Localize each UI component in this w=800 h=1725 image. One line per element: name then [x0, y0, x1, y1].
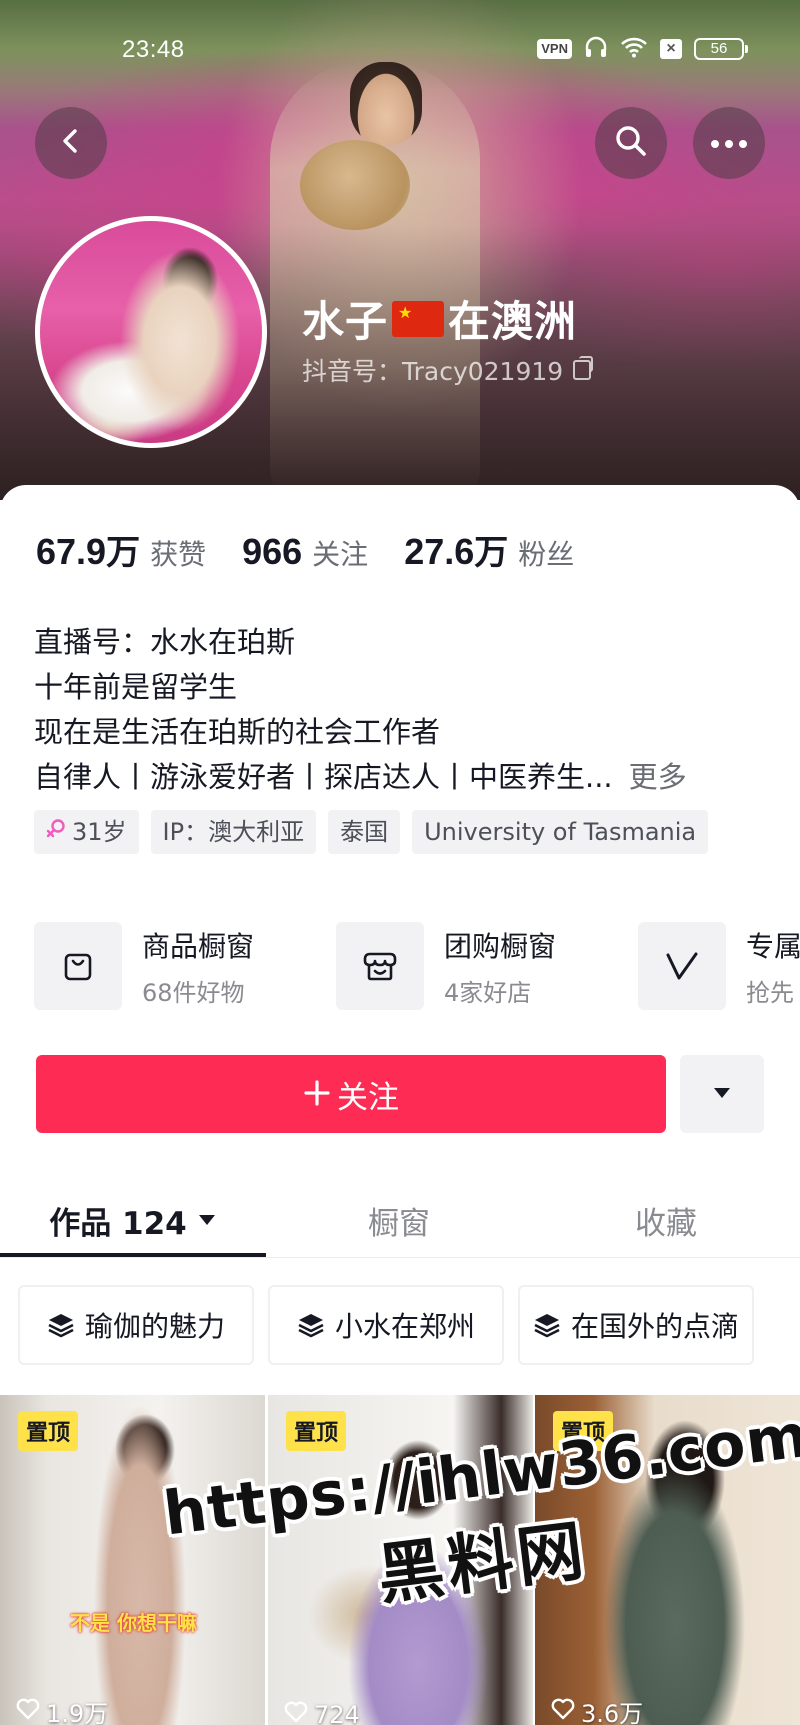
- douyin-id-text: 抖音号：Tracy021919: [302, 357, 564, 386]
- stat-followers-value: 27.6万: [404, 531, 509, 573]
- caret-down-icon: [197, 1208, 217, 1232]
- exclusive-title: 专属: [746, 929, 800, 963]
- chevron-left-icon: [56, 126, 86, 160]
- stat-following-label: 关注: [312, 538, 369, 571]
- bio-more-link[interactable]: 更多: [629, 760, 687, 794]
- collection-chip[interactable]: 小水在郑州: [268, 1285, 504, 1365]
- status-time: 23:48: [122, 36, 185, 63]
- product-showcase-entry[interactable]: 商品橱窗 68件好物: [34, 920, 336, 1012]
- heart-icon: [284, 1701, 308, 1725]
- tab-works-label: 作品 124: [49, 1205, 187, 1242]
- stat-followers-label: 粉丝: [518, 538, 575, 571]
- product-showcase-subtitle: 68件好物: [142, 978, 245, 1007]
- video-likes: 3.6万: [551, 1694, 643, 1725]
- stat-following-value: 966: [242, 531, 303, 572]
- tag-country: 泰国: [328, 810, 401, 854]
- tag-age: 31岁: [34, 810, 139, 854]
- search-icon: [614, 124, 648, 162]
- female-icon: [46, 810, 66, 854]
- stat-likes-label: 获赞: [150, 538, 207, 571]
- bio-line: 直播号：水水在珀斯: [34, 625, 296, 659]
- tab-works[interactable]: 作品 124: [0, 1180, 266, 1260]
- profile-tags: 31岁 IP：澳大利亚 泰国 University of Tasmania: [34, 810, 709, 854]
- bio-line: 十年前是留学生: [34, 670, 238, 704]
- storefront-icon: [336, 922, 424, 1010]
- collection-label: 小水在郑州: [334, 1310, 475, 1343]
- video-likes: 724: [284, 1701, 360, 1725]
- bio-line-last: 自律人丨游泳爱好者丨探店达人丨中医养生... 更多: [34, 755, 687, 800]
- profile-name-part1: 水子: [302, 297, 389, 346]
- tab-divider: [0, 1257, 800, 1258]
- plus-icon: [303, 1075, 331, 1113]
- heart-icon: [551, 1698, 575, 1725]
- pinned-badge: 置顶: [18, 1411, 79, 1451]
- video-likes-count: 1.9万: [46, 1700, 109, 1725]
- tab-favorites[interactable]: 收藏: [532, 1180, 800, 1260]
- stat-followers[interactable]: 27.6万 粉丝: [404, 525, 574, 574]
- layers-icon: [297, 1312, 325, 1338]
- follow-button-label: 关注: [337, 1079, 399, 1116]
- vpn-icon: VPN: [537, 39, 572, 59]
- video-likes-count: 724: [314, 1701, 360, 1725]
- ellipsis-icon: [710, 134, 748, 153]
- collection-label: 瑜伽的魅力: [84, 1310, 225, 1343]
- profile-tabs: 作品 124 橱窗 收藏: [0, 1180, 800, 1260]
- more-options-button[interactable]: [693, 107, 765, 179]
- profile-stats: 67.9万 获赞 966 关注 27.6万 粉丝: [36, 525, 610, 574]
- profile-name: 水子 在澳洲: [302, 288, 577, 349]
- stat-likes[interactable]: 67.9万 获赞: [36, 525, 206, 574]
- exclusive-text: 专属 抢先: [746, 925, 800, 1008]
- bio-line-text: 自律人丨游泳爱好者丨探店达人丨中医养生...: [34, 760, 613, 794]
- stat-following[interactable]: 966 关注: [242, 531, 368, 573]
- profile-name-part2: 在澳洲: [448, 297, 578, 346]
- stat-likes-value: 67.9万: [36, 531, 141, 573]
- heart-icon: [16, 1698, 40, 1725]
- collection-label: 在国外的点滴: [570, 1310, 739, 1343]
- group-buy-title: 团购橱窗: [444, 929, 557, 963]
- exclusive-entry[interactable]: 专属 抢先: [638, 920, 800, 1012]
- group-buy-text: 团购橱窗 4家好店: [444, 925, 556, 1008]
- tab-showcase[interactable]: 橱窗: [266, 1180, 532, 1260]
- profile-bio: 直播号：水水在珀斯 十年前是留学生 现在是生活在珀斯的社会工作者 自律人丨游泳爱…: [34, 620, 687, 800]
- exclusive-subtitle: 抢先: [746, 978, 794, 1007]
- bio-line: 现在是生活在珀斯的社会工作者: [34, 715, 441, 749]
- v-badge-icon: [638, 922, 726, 1010]
- collection-chip[interactable]: 瑜伽的魅力: [18, 1285, 254, 1365]
- status-icons: VPN × 56: [537, 36, 748, 62]
- headphones-icon: [584, 36, 608, 62]
- caret-down-icon: [712, 1085, 732, 1104]
- search-button[interactable]: [595, 107, 667, 179]
- profile-avatar[interactable]: [35, 216, 267, 448]
- group-buy-entry[interactable]: 团购橱窗 4家好店: [336, 920, 638, 1012]
- product-showcase-title: 商品橱窗: [142, 929, 255, 963]
- tag-ip: IP：澳大利亚: [150, 810, 317, 854]
- layers-icon: [47, 1312, 75, 1338]
- douyin-id[interactable]: 抖音号：Tracy021919: [302, 352, 594, 388]
- status-bar: 23:48 VPN × 56: [0, 30, 800, 66]
- layers-icon: [533, 1312, 561, 1338]
- no-sim-icon: ×: [660, 39, 682, 59]
- group-buy-subtitle: 4家好店: [444, 978, 532, 1007]
- copy-icon[interactable]: [573, 356, 594, 380]
- china-flag-icon: [392, 300, 445, 337]
- product-showcase-text: 商品橱窗 68件好物: [142, 925, 254, 1008]
- collection-chip[interactable]: 在国外的点滴: [518, 1285, 754, 1365]
- tag-age-text: 31岁: [72, 818, 127, 846]
- video-likes: 1.9万: [16, 1694, 108, 1725]
- recommend-dropdown-button[interactable]: [680, 1055, 764, 1133]
- wifi-icon: [620, 36, 648, 62]
- follow-button[interactable]: 关注: [36, 1055, 666, 1133]
- pinned-badge: 置顶: [286, 1411, 347, 1451]
- battery-icon: 56: [694, 38, 748, 60]
- video-likes-count: 3.6万: [581, 1700, 644, 1725]
- service-entries: 商品橱窗 68件好物 团购橱窗 4家好店 专属 抢先: [34, 920, 800, 1012]
- shopping-bag-icon: [34, 922, 122, 1010]
- tag-school[interactable]: University of Tasmania: [412, 810, 709, 854]
- collections-row: 瑜伽的魅力 小水在郑州 在国外的点滴: [18, 1285, 800, 1365]
- back-button[interactable]: [35, 107, 107, 179]
